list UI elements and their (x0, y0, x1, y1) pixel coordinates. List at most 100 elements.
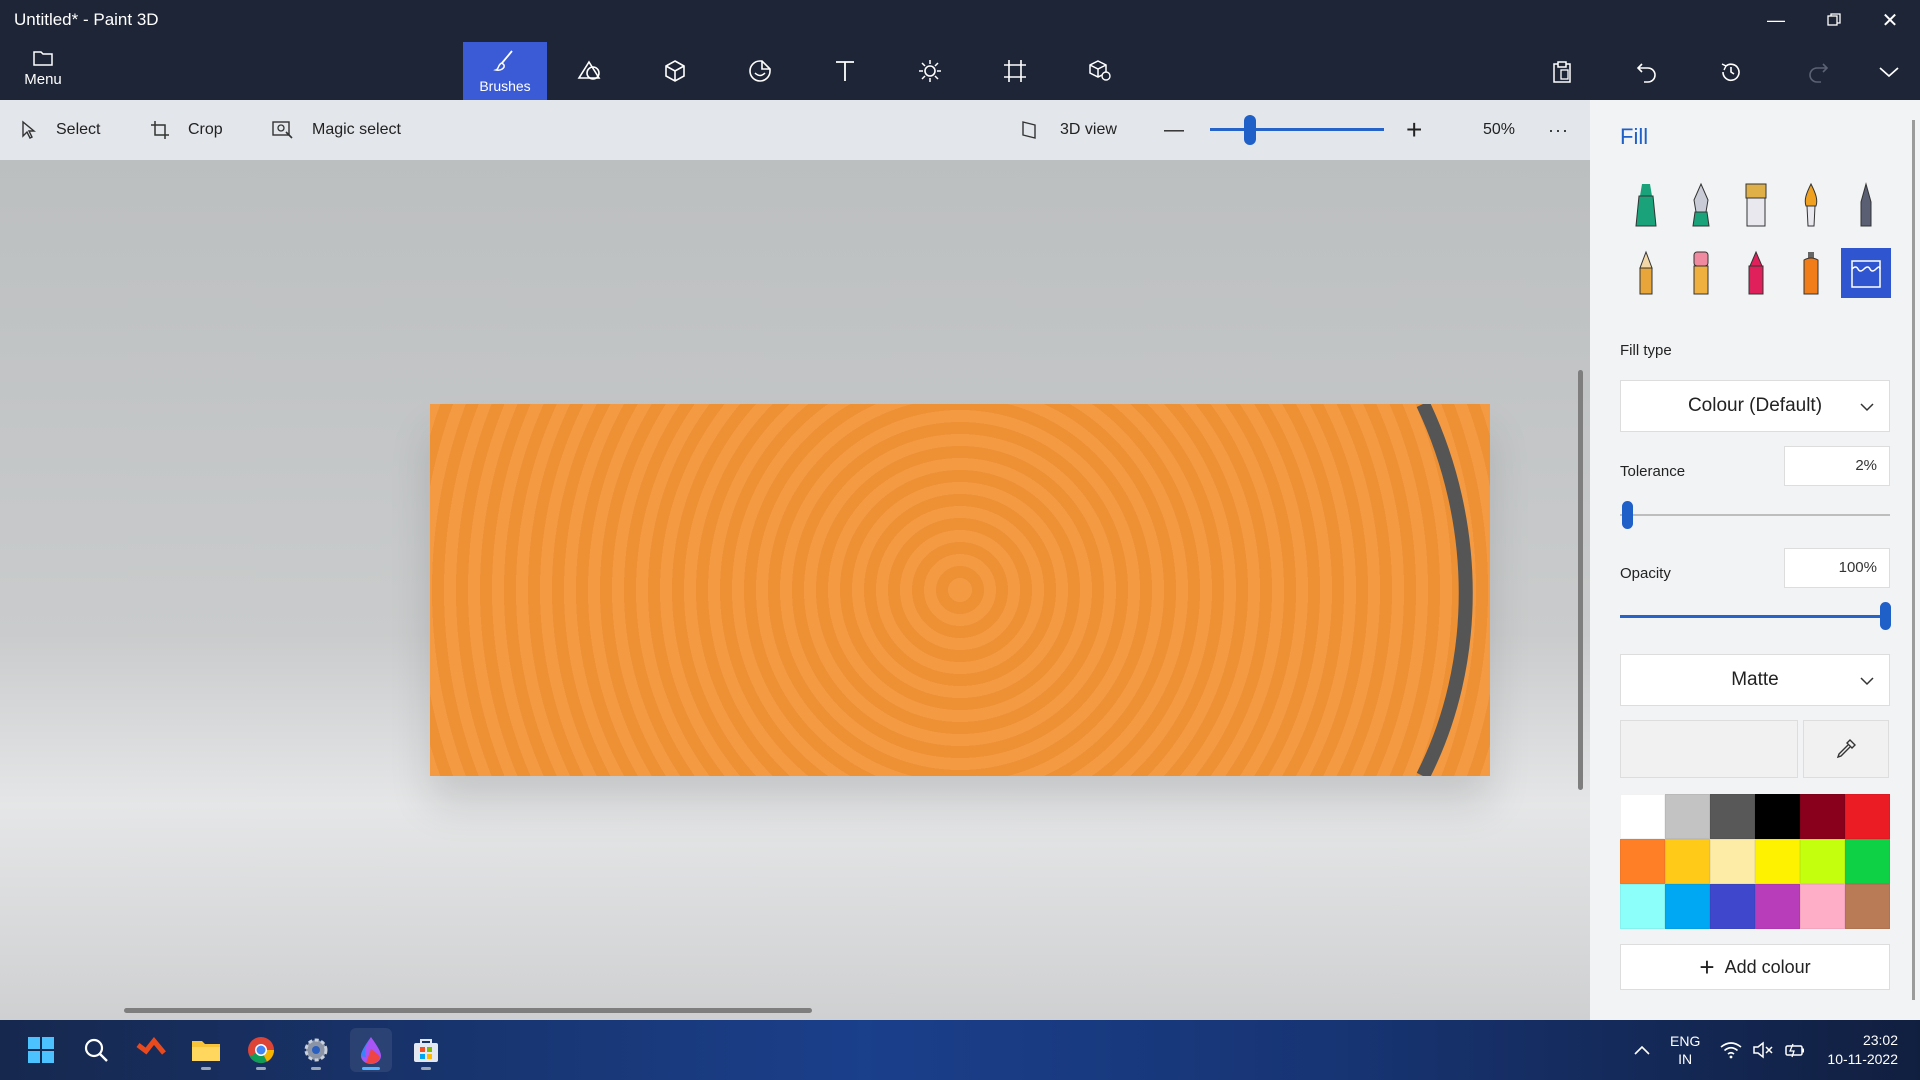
cursor-icon (22, 120, 36, 139)
zoom-in-button[interactable]: + (1406, 100, 1422, 160)
brush-watercolour[interactable] (1786, 180, 1836, 230)
watercolour-icon (1804, 182, 1818, 227)
zoom-slider-track[interactable] (1210, 128, 1384, 131)
crop-button[interactable]: Crop (150, 100, 223, 160)
canvas-icon (1004, 60, 1026, 82)
tool-3d-library[interactable] (1058, 42, 1142, 100)
colour-swatch[interactable] (1710, 839, 1755, 884)
colour-swatch[interactable] (1845, 794, 1890, 839)
3d-view-button[interactable]: 3D view (1020, 100, 1117, 160)
taskbar: ENG IN 23:02 10-11-2022 (0, 1020, 1920, 1080)
brush-spray-can[interactable] (1786, 248, 1836, 298)
magic-select-label: Magic select (312, 121, 401, 138)
colour-swatch[interactable] (1800, 794, 1845, 839)
tool-canvas[interactable] (973, 42, 1057, 100)
opacity-slider-thumb[interactable] (1880, 602, 1891, 630)
tray-overflow-button[interactable] (1633, 1020, 1651, 1080)
taskbar-store[interactable] (405, 1028, 447, 1072)
menu-button[interactable]: Menu (10, 42, 76, 94)
chrome-icon (248, 1037, 275, 1064)
crop-label: Crop (188, 121, 223, 138)
language-bottom: IN (1678, 1051, 1693, 1067)
colour-swatch[interactable] (1665, 839, 1710, 884)
brush-crayon[interactable] (1731, 248, 1781, 298)
tool-brushes[interactable]: Brushes (463, 42, 547, 100)
selected-colour-preview[interactable] (1620, 720, 1798, 778)
colour-swatch[interactable] (1710, 794, 1755, 839)
paste-button[interactable] (1542, 52, 1582, 92)
fill-type-dropdown[interactable]: Colour (Default) (1620, 380, 1890, 432)
wifi-icon (1720, 1042, 1742, 1059)
tolerance-slider-track[interactable] (1620, 514, 1890, 516)
brush-eraser[interactable] (1676, 248, 1726, 298)
colour-swatch[interactable] (1845, 884, 1890, 929)
horizontal-scrollbar[interactable] (124, 1008, 812, 1013)
brush-fill[interactable] (1841, 248, 1891, 298)
undo-button[interactable] (1627, 52, 1667, 92)
colour-swatch[interactable] (1620, 794, 1665, 839)
colour-swatch[interactable] (1755, 839, 1800, 884)
colour-swatch[interactable] (1665, 794, 1710, 839)
colour-swatch[interactable] (1800, 884, 1845, 929)
start-button[interactable] (20, 1028, 62, 1072)
close-button[interactable]: ✕ (1862, 0, 1918, 40)
taskbar-chrome[interactable] (240, 1028, 282, 1072)
history-button[interactable] (1711, 52, 1751, 92)
tool-effects[interactable] (888, 42, 972, 100)
sticker-icon (749, 60, 771, 82)
select-button[interactable]: Select (20, 100, 100, 160)
search-button[interactable] (75, 1028, 117, 1072)
clock[interactable]: 23:02 10-11-2022 (1822, 1020, 1898, 1080)
panel-scrollbar[interactable] (1912, 120, 1915, 1000)
system-tray-icons[interactable] (1720, 1020, 1806, 1080)
colour-swatch[interactable] (1665, 884, 1710, 929)
zoom-slider-thumb[interactable] (1244, 115, 1256, 145)
brush-calligraphy-pen[interactable] (1676, 180, 1726, 230)
opacity-input[interactable]: 100% (1784, 548, 1890, 588)
colour-swatch[interactable] (1710, 884, 1755, 929)
opacity-slider-track[interactable] (1620, 615, 1884, 618)
brush-pencil[interactable] (1621, 248, 1671, 298)
colour-swatch[interactable] (1755, 884, 1800, 929)
taskbar-office[interactable] (130, 1028, 172, 1072)
canvas-artwork[interactable] (430, 404, 1490, 776)
tool-3d-shapes[interactable] (633, 42, 717, 100)
colour-swatch[interactable] (1845, 839, 1890, 884)
colour-swatch[interactable] (1620, 884, 1665, 929)
zoom-out-button[interactable]: — (1164, 100, 1184, 160)
tolerance-slider-thumb[interactable] (1622, 501, 1633, 529)
battery-icon (1785, 1043, 1804, 1058)
colour-swatch[interactable] (1800, 839, 1845, 884)
eyedropper-button[interactable] (1803, 720, 1889, 778)
pencil-icon (1639, 250, 1653, 295)
colour-swatch[interactable] (1755, 794, 1800, 839)
vertical-scrollbar[interactable] (1578, 370, 1583, 790)
text-icon (836, 61, 854, 81)
taskbar-paint-3d[interactable] (350, 1028, 392, 1072)
zoom-level[interactable]: 50% (1483, 100, 1515, 160)
minimize-button[interactable]: — (1748, 0, 1804, 40)
expand-button[interactable] (1869, 52, 1909, 92)
tool-2d-shapes[interactable] (548, 42, 632, 100)
taskbar-file-explorer[interactable] (185, 1028, 227, 1072)
redo-button[interactable] (1798, 52, 1838, 92)
language-indicator[interactable]: ENG IN (1670, 1020, 1700, 1080)
eyedropper-icon (1836, 739, 1856, 759)
finish-dropdown[interactable]: Matte (1620, 654, 1890, 706)
tool-text[interactable] (803, 42, 887, 100)
magic-select-button[interactable]: Magic select (272, 100, 401, 160)
chevron-up-icon (1634, 1045, 1650, 1055)
zoom-level-text: 50% (1483, 121, 1516, 138)
brush-marker[interactable] (1621, 180, 1671, 230)
restore-button[interactable] (1806, 0, 1862, 40)
tolerance-input[interactable]: 2% (1784, 446, 1890, 486)
tool-stickers[interactable] (718, 42, 802, 100)
zoom-in-icon: + (1406, 114, 1423, 145)
add-colour-button[interactable]: + Add colour (1620, 944, 1890, 990)
expand-chevron-icon (1879, 67, 1899, 78)
taskbar-settings[interactable] (295, 1028, 337, 1072)
colour-swatch[interactable] (1620, 839, 1665, 884)
brush-oil[interactable] (1731, 180, 1781, 230)
more-options-button[interactable]: ··· (1548, 100, 1569, 160)
brush-pixel-pen[interactable] (1841, 180, 1891, 230)
